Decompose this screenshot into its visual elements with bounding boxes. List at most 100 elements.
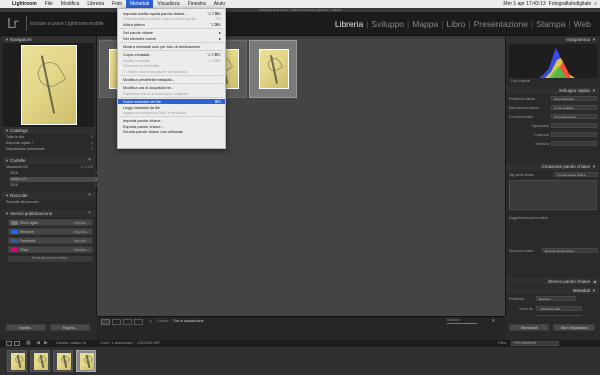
quick-develop-stepper[interactable] (551, 132, 597, 137)
quick-develop-select[interactable]: Personalizzato (551, 96, 597, 101)
menu-metadati[interactable]: Metadati (126, 0, 154, 8)
menu-item: ✓ Attiva sincronizzazione automatica (123, 68, 187, 74)
publish-service-disco-rigido[interactable]: Disco rigido Imposta... (8, 219, 93, 226)
histogram-header[interactable]: Istogramma ▼ (506, 36, 599, 43)
keyword-tags-select[interactable]: Immetti parole chiave (554, 172, 598, 177)
navigator-preview[interactable] (3, 43, 94, 127)
import-button[interactable]: Importa... (6, 324, 46, 331)
survey-view-icon[interactable] (134, 319, 143, 325)
add-collection-icon[interactable]: + (88, 192, 91, 199)
folder-row[interactable]: 20160 (10, 183, 98, 188)
quick-develop-stepper[interactable] (551, 123, 597, 128)
filmstrip-thumbnail[interactable] (53, 350, 73, 372)
page-1-button[interactable] (6, 341, 12, 346)
module-web[interactable]: Web (573, 19, 592, 29)
module-mappa[interactable]: Mappa (411, 19, 439, 29)
loupe-view-icon[interactable] (112, 319, 121, 325)
menu-file[interactable]: File (41, 0, 57, 8)
filter-select[interactable]: Filtri disattivati (511, 341, 559, 346)
sync-metadata-button[interactable]: Sincronizza (509, 324, 549, 331)
filmstrip-thumbnail[interactable] (30, 350, 50, 372)
user-menu[interactable]: FotografiaIndigitale (549, 0, 592, 8)
compare-view-icon[interactable] (123, 319, 132, 325)
module-libreria[interactable]: Libreria (334, 19, 364, 29)
filmstrip-thumbnail[interactable] (7, 350, 27, 372)
quick-develop-stepper[interactable] (551, 141, 597, 146)
menu-visualizza[interactable]: Visualizza (153, 0, 183, 8)
menu-foto[interactable]: Foto (108, 0, 126, 8)
sync-settings-button[interactable]: Sincr. impostazioni (553, 324, 595, 331)
quick-develop-select[interactable]: Come scattato (551, 105, 597, 110)
metadata-header[interactable]: Metadati ▼ (506, 287, 599, 294)
menu-item[interactable]: Salva metadati nel file ⌘S (118, 99, 225, 105)
volume-row[interactable]: Macintosh HD 4 / 4 GB (6, 165, 94, 170)
menu-item[interactable]: Svuota parole chiave non utilizzate (118, 129, 225, 134)
menu-lightroom[interactable]: Lightroom (8, 0, 41, 8)
lightroom-mobile-link[interactable]: Iniziate a usare Lightroom mobile (30, 21, 104, 27)
navigator-header[interactable]: ▼ Navigatore (2, 36, 95, 43)
forward-arrow-icon[interactable]: ▶ (44, 340, 48, 347)
menu-libreria[interactable]: Libreria (83, 0, 108, 8)
metadata-preset-select[interactable]: Nessuno (536, 296, 576, 301)
menu-item[interactable]: Copia metadati... ⌥⇧⌘C (118, 52, 225, 57)
grid-cell-selected[interactable] (249, 40, 297, 98)
quick-develop-header[interactable]: Sviluppo rapido ▼ (506, 87, 599, 94)
module-libro[interactable]: Libro (445, 19, 466, 29)
grid-toolbar: ✎ Ordina: Ora di acquisizione Miniature … (97, 316, 505, 326)
histogram[interactable] (509, 44, 597, 78)
grid-view-icon[interactable] (101, 319, 110, 325)
menu-aiuto[interactable]: Aiuto (210, 0, 229, 8)
page-2-button[interactable] (14, 341, 20, 346)
module-stampa[interactable]: Stampa (535, 19, 566, 29)
publish-service-flickr[interactable]: Flickr Imposta... (8, 246, 93, 253)
quick-develop-select[interactable]: Tono automatico (551, 114, 597, 119)
add-service-icon[interactable]: + (88, 210, 91, 217)
menu-item[interactable]: Esporta parole chiave... (118, 124, 225, 129)
folder-row[interactable]: cataloo 193 (10, 177, 98, 182)
painter-icon[interactable]: ✎ (149, 319, 152, 324)
thumbnail-size-slider[interactable] (447, 323, 477, 324)
module-sviluppo[interactable]: Sviluppo (370, 19, 405, 29)
export-button[interactable]: Esporta... (50, 324, 90, 331)
module-presentazione[interactable]: Presentazione (473, 19, 529, 29)
find-more-services[interactable]: Trova più servizi online... (8, 256, 93, 262)
menu-item[interactable]: Importa parole chiave... (118, 118, 225, 123)
menu-item[interactable]: Set etichette colore ▸ (118, 36, 225, 41)
catalog-row[interactable]: Raccolta rapida +0 (6, 141, 94, 146)
publish-header[interactable]: ▼ Servizi pubblicazione + (2, 210, 95, 217)
clock[interactable]: Mer 1 apr 17:43:13 (503, 0, 545, 8)
menu-item[interactable]: Imposta scelta rapida parola chiave... ⌥⇧… (118, 11, 225, 16)
menu-item[interactable]: Attiva pittura ⌥⌘K (118, 22, 225, 27)
sort-value[interactable]: Ora di acquisizione (173, 319, 204, 323)
back-arrow-icon[interactable]: ◀ (36, 340, 40, 347)
menu-item[interactable]: Leggi metadati da file (118, 105, 225, 110)
search-icon[interactable]: ⌕ (594, 0, 597, 8)
folders-header[interactable]: ▼ Cartelle + (2, 157, 95, 164)
collection-row[interactable]: Raccolte dei percorsi (6, 200, 94, 205)
menu-modifica[interactable]: Modifica (57, 0, 84, 8)
toolbar-menu-icon[interactable]: ▾ (492, 318, 495, 324)
collections-header[interactable]: ▼ Raccolte + (2, 192, 95, 199)
keywording-header[interactable]: Creazione parole chiave ▼ (506, 163, 599, 170)
publish-service-facebook[interactable]: Facebook Imposta... (8, 237, 93, 244)
publish-service-behance[interactable]: Behance Imposta... (8, 228, 93, 235)
folder-row[interactable]: 20153 (10, 171, 98, 176)
filmstrip-source[interactable]: Cartella: cataloo 19 (56, 340, 86, 347)
menu-item[interactable]: Mostra metadati solo per foto di destina… (118, 44, 225, 49)
menu-separator (120, 97, 223, 99)
menu-item[interactable]: Modifica predefiniti metadati... (118, 77, 225, 82)
menu-finestra[interactable]: Finestra (184, 0, 210, 8)
menu-item[interactable]: Set parole chiave ▸ (118, 30, 225, 35)
filmstrip-header: ▦ ◀ ▶ Cartella: cataloo 19 4 foto / 1 se… (0, 340, 600, 347)
filmstrip-thumbnail-selected[interactable] (76, 350, 96, 372)
metadata-value[interactable]: _DSC3062.NEF (536, 306, 582, 311)
catalog-header[interactable]: ▼ Catalogo (2, 127, 95, 134)
keyword-list-header[interactable]: Elenco parole chiave ◀ (506, 278, 599, 285)
add-folder-icon[interactable]: + (88, 157, 91, 164)
catalog-row[interactable]: Importazione precedente 3 (6, 147, 94, 152)
grid-icon[interactable]: ▦ (26, 340, 31, 347)
keyword-entry-box[interactable] (509, 180, 597, 210)
catalog-row[interactable]: Tutte le foto 3 (6, 135, 94, 140)
keyword-set-select[interactable]: Recenti parole chiave (542, 248, 598, 253)
menu-item[interactable]: Modifica ora di acquisizione... (118, 85, 225, 90)
